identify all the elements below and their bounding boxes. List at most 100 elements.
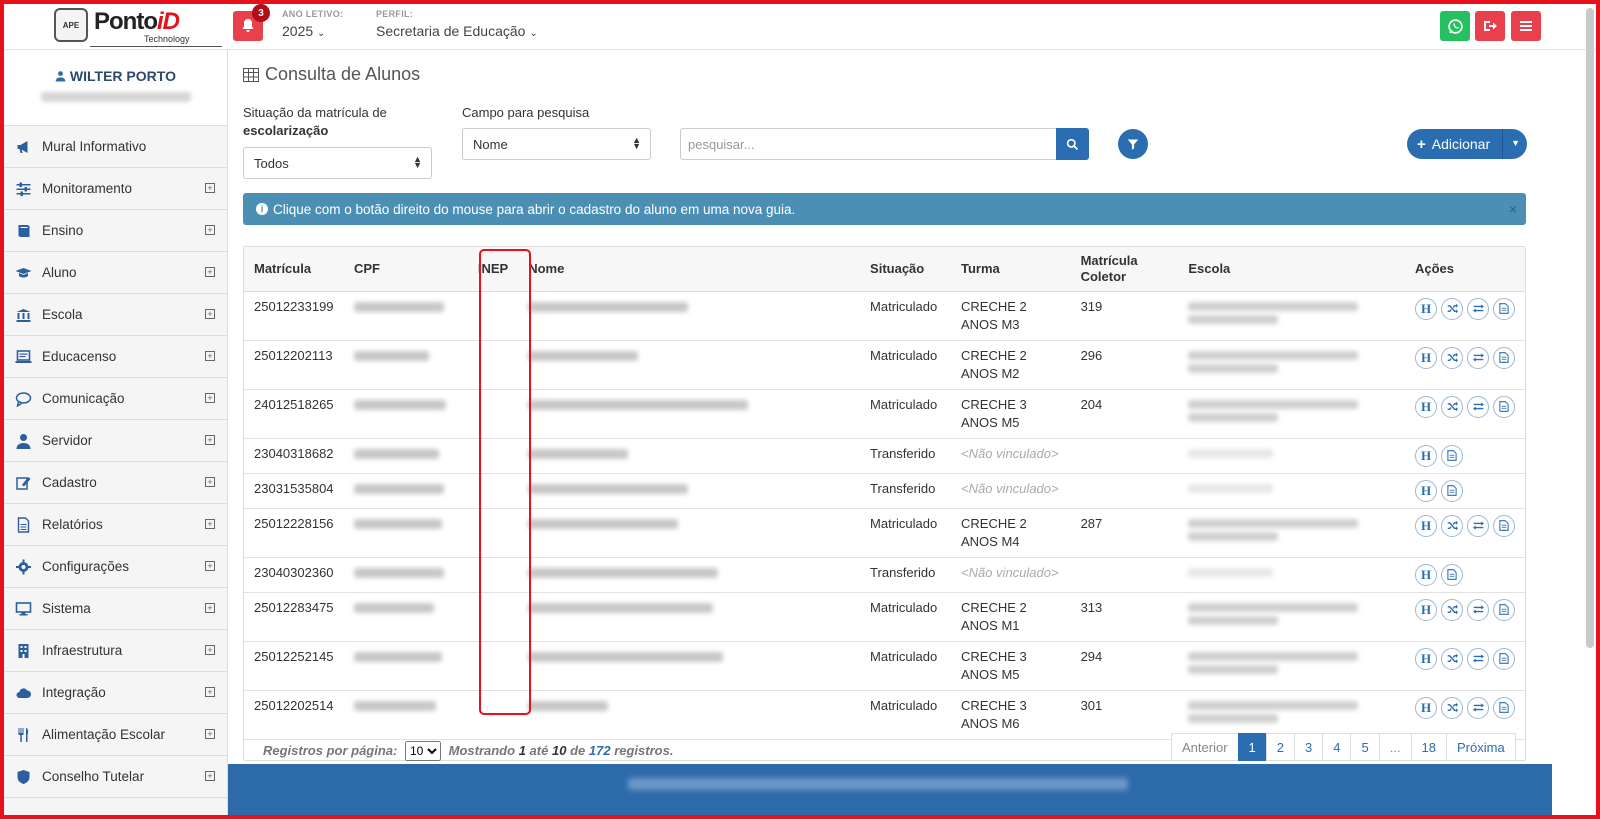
expand-icon[interactable]: + xyxy=(205,687,215,697)
shuffle-icon[interactable] xyxy=(1441,346,1463,369)
exchange-icon[interactable] xyxy=(1467,514,1489,537)
sidebar-item-infraestrutura[interactable]: Infraestrutura + xyxy=(4,630,227,672)
page-next-button[interactable]: Próxima xyxy=(1446,733,1516,761)
sidebar-item-conselho-tutelar[interactable]: Conselho Tutelar + xyxy=(4,756,227,798)
expand-icon[interactable]: + xyxy=(205,435,215,445)
history-icon[interactable]: H xyxy=(1415,395,1437,418)
add-button[interactable]: + Adicionar ▼ xyxy=(1407,129,1527,159)
history-icon[interactable]: H xyxy=(1415,696,1437,719)
page-button[interactable]: 3 xyxy=(1294,733,1324,761)
shuffle-icon[interactable] xyxy=(1441,514,1463,537)
expand-icon[interactable]: + xyxy=(205,771,215,781)
filter-button[interactable] xyxy=(1118,129,1148,159)
expand-icon[interactable]: + xyxy=(205,519,215,529)
shuffle-icon[interactable] xyxy=(1441,395,1463,418)
exchange-icon[interactable] xyxy=(1467,395,1489,418)
col-matricula[interactable]: Matrícula xyxy=(244,247,344,292)
history-icon[interactable]: H xyxy=(1415,647,1437,670)
exchange-icon[interactable] xyxy=(1467,346,1489,369)
table-row[interactable]: 23040302360 Transferido <Não vinculado> H xyxy=(244,557,1525,593)
expand-icon[interactable]: + xyxy=(205,309,215,319)
col-situacao[interactable]: Situação xyxy=(860,247,951,292)
situacao-select[interactable]: Todos ▲ ▼ xyxy=(243,147,432,179)
history-icon[interactable]: H xyxy=(1415,563,1437,586)
sidebar-item-comunicacao[interactable]: Comunicação + xyxy=(4,378,227,420)
sidebar-item-educacenso[interactable]: Educacenso + xyxy=(4,336,227,378)
document-icon[interactable] xyxy=(1493,297,1515,320)
search-input[interactable]: pesquisar... xyxy=(680,128,1056,160)
history-icon[interactable]: H xyxy=(1415,346,1437,369)
table-row[interactable]: 23031535804 Transferido <Não vinculado> H xyxy=(244,473,1525,509)
expand-icon[interactable]: + xyxy=(205,351,215,361)
sidebar-item-sistema[interactable]: Sistema + xyxy=(4,588,227,630)
col-turma[interactable]: Turma xyxy=(951,247,1071,292)
expand-icon[interactable]: + xyxy=(205,645,215,655)
exchange-icon[interactable] xyxy=(1467,297,1489,320)
col-nome[interactable]: Nome xyxy=(518,247,861,292)
shuffle-icon[interactable] xyxy=(1441,297,1463,320)
shuffle-icon[interactable] xyxy=(1441,647,1463,670)
sidebar-item-relatorios[interactable]: Relatórios + xyxy=(4,504,227,546)
whatsapp-button[interactable] xyxy=(1440,11,1470,41)
history-icon[interactable]: H xyxy=(1415,598,1437,621)
sidebar-item-escola[interactable]: Escola + xyxy=(4,294,227,336)
col-cpf[interactable]: CPF xyxy=(343,247,466,292)
user-name[interactable]: WILTER PORTO xyxy=(4,50,227,84)
sidebar-item-mural-informativo[interactable]: Mural Informativo xyxy=(4,126,227,168)
page-scrollbar[interactable] xyxy=(1586,8,1594,648)
document-icon[interactable] xyxy=(1493,696,1515,719)
exchange-icon[interactable] xyxy=(1467,598,1489,621)
sidebar-item-alimentacao-escolar[interactable]: Alimentação Escolar + xyxy=(4,714,227,756)
sidebar-item-cadastro[interactable]: Cadastro + xyxy=(4,462,227,504)
page-button[interactable]: 2 xyxy=(1265,733,1295,761)
expand-icon[interactable]: + xyxy=(205,393,215,403)
document-icon[interactable] xyxy=(1441,444,1463,467)
document-icon[interactable] xyxy=(1493,395,1515,418)
history-icon[interactable]: H xyxy=(1415,514,1437,537)
expand-icon[interactable]: + xyxy=(205,267,215,277)
col-matricula-coletor[interactable]: Matrícula Coletor xyxy=(1070,247,1179,292)
document-icon[interactable] xyxy=(1441,479,1463,502)
page-prev-button[interactable]: Anterior xyxy=(1171,733,1239,761)
sidebar-item-aluno[interactable]: Aluno + xyxy=(4,252,227,294)
document-icon[interactable] xyxy=(1493,346,1515,369)
exchange-icon[interactable] xyxy=(1467,647,1489,670)
page-button[interactable]: 4 xyxy=(1322,733,1352,761)
campo-select[interactable]: Nome ▲ ▼ xyxy=(462,128,651,160)
menu-button[interactable] xyxy=(1511,11,1541,41)
expand-icon[interactable]: + xyxy=(205,729,215,739)
history-icon[interactable]: H xyxy=(1415,297,1437,320)
caret-down-icon[interactable]: ▼ xyxy=(1511,138,1520,148)
sidebar-item-integracao[interactable]: Integração + xyxy=(4,672,227,714)
col-inep[interactable]: INEP xyxy=(465,247,519,292)
table-row[interactable]: 24012518265 Matriculado CRECHE 3 ANOS M5 20… xyxy=(244,389,1525,439)
sidebar-item-servidor[interactable]: Servidor + xyxy=(4,420,227,462)
table-row[interactable]: 25012233199 Matriculado CRECHE 2 ANOS M3 31… xyxy=(244,291,1525,341)
document-icon[interactable] xyxy=(1493,514,1515,537)
logo[interactable]: APE PontoiD Technology xyxy=(44,4,222,48)
ano-letivo-dropdown[interactable]: 2025 ⌄ xyxy=(282,23,325,39)
page-button[interactable]: 5 xyxy=(1350,733,1380,761)
expand-icon[interactable]: + xyxy=(205,225,215,235)
table-row[interactable]: 23040318682 Transferido <Não vinculado> H xyxy=(244,438,1525,474)
document-icon[interactable] xyxy=(1441,563,1463,586)
logout-button[interactable] xyxy=(1475,11,1505,41)
sidebar-item-monitoramento[interactable]: Monitoramento + xyxy=(4,168,227,210)
table-row[interactable]: 25012228156 Matriculado CRECHE 2 ANOS M4 28… xyxy=(244,508,1525,558)
expand-icon[interactable]: + xyxy=(205,561,215,571)
per-page-select[interactable]: 10 xyxy=(404,741,441,761)
history-icon[interactable]: H xyxy=(1415,479,1437,502)
document-icon[interactable] xyxy=(1493,598,1515,621)
table-row[interactable]: 25012252145 Matriculado CRECHE 3 ANOS M5 29… xyxy=(244,641,1525,691)
page-button[interactable]: 1 xyxy=(1237,733,1267,761)
expand-icon[interactable]: + xyxy=(205,603,215,613)
sidebar-item-configuracoes[interactable]: Configurações + xyxy=(4,546,227,588)
table-row[interactable]: 25012283475 Matriculado CRECHE 2 ANOS M1 31… xyxy=(244,592,1525,642)
sidebar-item-ensino[interactable]: Ensino + xyxy=(4,210,227,252)
shuffle-icon[interactable] xyxy=(1441,598,1463,621)
shuffle-icon[interactable] xyxy=(1441,696,1463,719)
notifications-button[interactable]: 3 xyxy=(233,4,270,41)
expand-icon[interactable]: + xyxy=(205,477,215,487)
history-icon[interactable]: H xyxy=(1415,444,1437,467)
table-row[interactable]: 25012202113 Matriculado CRECHE 2 ANOS M2 29… xyxy=(244,340,1525,390)
